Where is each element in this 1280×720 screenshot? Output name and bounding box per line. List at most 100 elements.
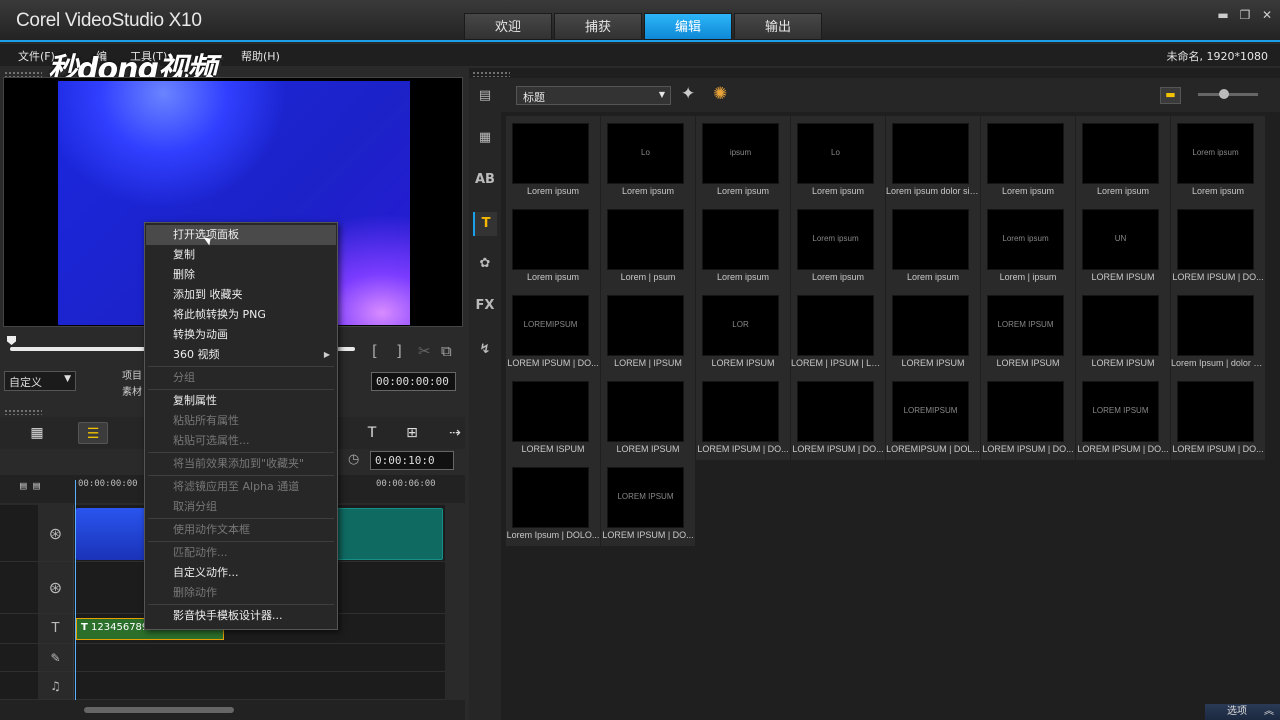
title-thumbnail[interactable]: LOREM IPSUM | DO... — [791, 374, 885, 460]
title-thumbnail[interactable]: LOREM IPSUM — [601, 374, 695, 460]
multi-camera-icon[interactable]: ⊞ — [397, 422, 427, 444]
scrubber-handle[interactable] — [7, 336, 16, 345]
preview-mode-select[interactable]: 自定义 ▼ — [4, 371, 76, 391]
tab-share[interactable]: 输出 — [734, 13, 822, 40]
timeline-view-icon[interactable]: ☰ — [78, 422, 108, 444]
panel-grip-timeline[interactable] — [4, 409, 42, 415]
thumb-size-slider[interactable] — [1198, 89, 1258, 99]
title-thumbnail[interactable]: LOREM IPSUM — [886, 288, 980, 374]
title-thumbnail[interactable]: LOREM IPSUM | DO... — [1171, 374, 1265, 460]
menu-help[interactable]: 帮助(H) — [241, 48, 280, 64]
get-more-icon[interactable]: ✺ — [713, 84, 727, 104]
music-track[interactable]: ♫ — [0, 672, 445, 700]
title-thumbnail[interactable]: LOREMIPSUM LOREMIPSUM | DOL... — [886, 374, 980, 460]
track-manager-icon[interactable]: ▤ ▤ — [20, 479, 40, 492]
context-menu-item: 删除动作 — [173, 586, 217, 599]
title-thumbnail[interactable]: LOREM IPSUM | DO... — [696, 374, 790, 460]
title-thumbnail[interactable]: LOREM | IPSUM — [601, 288, 695, 374]
scroll-thumb[interactable] — [84, 707, 234, 713]
title-thumbnail[interactable]: LOREM IPSUM | DO... — [981, 374, 1075, 460]
overlay-track-icon[interactable]: ⊛ — [38, 562, 74, 613]
microphone-icon[interactable]: ✎ — [38, 644, 74, 671]
path-icon[interactable]: ↯ — [473, 338, 497, 362]
title-thumbnail[interactable]: LOREM IPSUM LOREM IPSUM — [981, 288, 1075, 374]
library-category-select[interactable]: 标题 ▼ — [516, 86, 671, 105]
add-favorite-icon[interactable]: ✦ — [681, 84, 695, 104]
zoom-tool-icon[interactable]: ⇢ — [440, 422, 470, 444]
thumbnail-image — [1082, 123, 1159, 184]
mark-in-button[interactable]: [ — [372, 342, 378, 360]
thumbnail-image: Lo — [797, 123, 874, 184]
library-grip[interactable] — [472, 71, 510, 77]
title-track-icon[interactable]: T — [38, 614, 74, 643]
split-icon[interactable]: ✂ — [418, 342, 431, 360]
title-thumbnail[interactable]: Lo Lorem ipsum — [791, 116, 885, 202]
title-thumbnail[interactable]: Lorem ipsum — [981, 116, 1075, 202]
video-track-icon[interactable]: ⊛ — [38, 505, 74, 561]
context-menu-item[interactable]: 自定义动作... — [146, 563, 336, 583]
title-thumbnail[interactable]: LOREM IPSUM — [1076, 288, 1170, 374]
ruler-mid-label: 00:00:06:00 — [376, 479, 436, 489]
voice-track[interactable]: ✎ — [0, 644, 445, 672]
title-thumbnail[interactable]: LOREM IPSUM LOREM IPSUM | DO... — [601, 460, 695, 546]
context-menu-item[interactable]: 将此帧转换为 PNG — [146, 305, 336, 325]
title-thumbnail[interactable]: LOREMIPSUM LOREM IPSUM | DO... — [506, 288, 600, 374]
title-thumbnail[interactable]: ipsum Lorem ipsum — [696, 116, 790, 202]
title-thumbnail[interactable]: Lorem ipsum Lorem ipsum — [791, 202, 885, 288]
mark-out-button[interactable]: ] — [396, 342, 402, 360]
video-clip[interactable] — [76, 508, 146, 560]
timeline-scrollbar[interactable] — [0, 700, 465, 720]
title-icon[interactable]: T — [473, 212, 497, 236]
video-clip-2[interactable] — [336, 508, 443, 560]
timeline-duration[interactable]: 0:00:10:0 — [370, 451, 454, 470]
clock-icon: ◷ — [348, 452, 360, 467]
title-thumbnail[interactable]: Lorem ipsum Lorem | ipsum — [981, 202, 1075, 288]
playhead[interactable] — [75, 480, 76, 700]
title-thumbnail[interactable]: LOR LOREM IPSUM — [696, 288, 790, 374]
music-icon[interactable]: ♫ — [38, 672, 74, 699]
context-menu-item[interactable]: 打开选项面板 — [146, 225, 336, 245]
context-menu-item[interactable]: 转换为动画 — [146, 325, 336, 345]
context-menu-item[interactable]: 复制属性 — [146, 391, 336, 411]
context-menu-item[interactable]: 添加到 收藏夹 — [146, 285, 336, 305]
title-thumbnail[interactable]: Lorem Ipsum | DOLO... — [506, 460, 600, 546]
instant-project-icon[interactable]: ▦ — [473, 126, 497, 150]
title-thumbnail[interactable]: LOREM IPSUM LOREM IPSUM | DO... — [1076, 374, 1170, 460]
options-label: 选项 — [1227, 706, 1247, 717]
tab-welcome[interactable]: 欢迎 — [464, 13, 552, 40]
title-thumbnail[interactable]: Lorem ipsum — [506, 116, 600, 202]
media-icon[interactable]: ▤ — [473, 84, 497, 108]
list-view-icon[interactable]: ▬ — [1160, 87, 1181, 104]
title-thumbnail[interactable]: Lorem ipsum — [506, 202, 600, 288]
title-thumbnail[interactable]: LOREM | IPSUM | LO... — [791, 288, 885, 374]
slider-knob[interactable] — [1219, 89, 1229, 99]
enlarge-icon[interactable]: ⧉ — [441, 342, 452, 360]
close-icon[interactable]: ✕ — [1258, 8, 1276, 22]
context-menu-item[interactable]: 影音快手模板设计器... — [146, 606, 336, 626]
title-thumbnail[interactable]: UN LOREM IPSUM — [1076, 202, 1170, 288]
title-thumbnail[interactable]: LOREM IPSUM | DO... — [1171, 202, 1265, 288]
title-safe-icon[interactable]: T — [357, 422, 387, 444]
fx-icon[interactable]: FX — [473, 294, 497, 318]
restore-icon[interactable]: ❐ — [1236, 8, 1254, 22]
title-thumbnail[interactable]: Lorem Ipsum | dolor s... — [1171, 288, 1265, 374]
transition-icon[interactable]: AB — [473, 168, 497, 192]
graphic-icon[interactable]: ✿ — [473, 252, 497, 276]
options-button[interactable]: 选项 ︽ — [1205, 704, 1280, 720]
title-thumbnail[interactable]: Lo Lorem ipsum — [601, 116, 695, 202]
storyboard-view-icon[interactable]: ▦ — [22, 422, 52, 444]
title-thumbnail[interactable]: Lorem ipsum — [886, 202, 980, 288]
title-thumbnail[interactable]: LOREM ISPUM — [506, 374, 600, 460]
minimize-icon[interactable]: ▬ — [1214, 8, 1232, 22]
tab-capture[interactable]: 捕获 — [554, 13, 642, 40]
title-thumbnail[interactable]: Lorem ipsum — [696, 202, 790, 288]
title-thumbnail[interactable]: Lorem ipsum Lorem ipsum — [1171, 116, 1265, 202]
preview-timecode[interactable]: 00:00:00:00 — [371, 372, 456, 391]
tab-edit[interactable]: 编辑 — [644, 13, 732, 40]
title-thumbnail[interactable]: Lorem ipsum dolor sit ... — [886, 116, 980, 202]
title-thumbnail[interactable]: Lorem ipsum — [1076, 116, 1170, 202]
context-menu-item[interactable]: 360 视频 ▶ — [146, 345, 336, 365]
context-menu-item[interactable]: 复制 — [146, 245, 336, 265]
title-thumbnail[interactable]: Lorem | psum — [601, 202, 695, 288]
context-menu-item[interactable]: 删除 — [146, 265, 336, 285]
